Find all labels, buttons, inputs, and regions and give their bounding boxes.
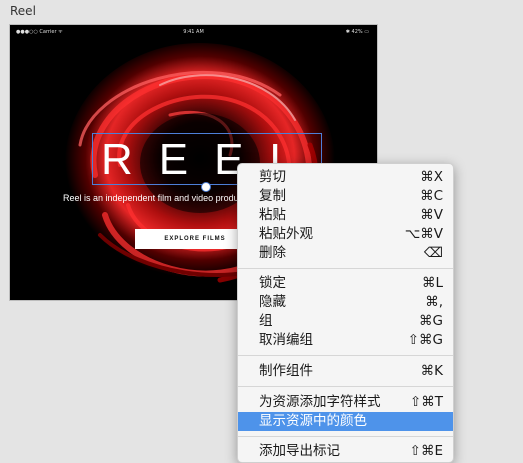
selection-handle[interactable] bbox=[201, 182, 211, 192]
menu-item-shortcut: ⌘, bbox=[425, 294, 443, 310]
menu-item-label: 添加导出标记 bbox=[259, 443, 340, 459]
menu-separator bbox=[238, 355, 453, 356]
menu-item-shortcut: ⌘G bbox=[419, 313, 443, 329]
menu-item-shortcut: ⌘L bbox=[421, 275, 443, 291]
menu-item-show-colors-in-assets[interactable]: 显示资源中的颜色 bbox=[238, 412, 453, 431]
menu-item-label: 剪切 bbox=[259, 169, 286, 185]
menu-item-lock[interactable]: 锁定 ⌘L bbox=[238, 274, 453, 293]
menu-item-label: 显示资源中的颜色 bbox=[259, 413, 367, 429]
menu-item-shortcut: ⇧⌘E bbox=[409, 443, 443, 459]
menu-item-group[interactable]: 组 ⌘G bbox=[238, 312, 453, 331]
menu-item-label: 制作组件 bbox=[259, 363, 313, 379]
hero-subtitle[interactable]: Reel is an independent film and video pr… bbox=[63, 193, 246, 203]
menu-item-label: 为资源添加字符样式 bbox=[259, 394, 381, 410]
menu-item-shortcut: ⌘C bbox=[420, 188, 443, 204]
menu-item-label: 取消编组 bbox=[259, 332, 313, 348]
menu-item-shortcut: ⇧⌘G bbox=[407, 332, 443, 348]
menu-item-paste-appearance[interactable]: 粘贴外观 ⌥⌘V bbox=[238, 225, 453, 244]
menu-item-label: 粘贴外观 bbox=[259, 226, 313, 242]
menu-item-paste[interactable]: 粘贴 ⌘V bbox=[238, 206, 453, 225]
menu-item-shortcut: ⌘K bbox=[420, 363, 443, 379]
menu-item-add-char-style[interactable]: 为资源添加字符样式 ⇧⌘T bbox=[238, 393, 453, 412]
menu-item-cut[interactable]: 剪切 ⌘X bbox=[238, 168, 453, 187]
menu-item-make-component[interactable]: 制作组件 ⌘K bbox=[238, 362, 453, 381]
menu-item-shortcut: ⇧⌘T bbox=[409, 394, 443, 410]
menu-item-ungroup[interactable]: 取消编组 ⇧⌘G bbox=[238, 331, 453, 350]
menu-item-shortcut: ⌘V bbox=[420, 207, 443, 223]
menu-item-hide[interactable]: 隐藏 ⌘, bbox=[238, 293, 453, 312]
menu-item-label: 隐藏 bbox=[259, 294, 286, 310]
menu-item-label: 锁定 bbox=[259, 275, 286, 291]
menu-item-label: 粘贴 bbox=[259, 207, 286, 223]
menu-item-shortcut: ⌘X bbox=[420, 169, 443, 185]
delete-key-icon: ⌫ bbox=[423, 245, 443, 261]
artboard-label[interactable]: Reel bbox=[10, 4, 36, 18]
status-battery: ✱ 42% ▭ bbox=[345, 29, 369, 35]
context-menu: 剪切 ⌘X 复制 ⌘C 粘贴 ⌘V 粘贴外观 ⌥⌘V 删除 ⌫ 锁定 ⌘L 隐藏… bbox=[237, 163, 454, 463]
menu-item-add-export-mark[interactable]: 添加导出标记 ⇧⌘E bbox=[238, 442, 453, 461]
status-bar: ●●●○○ Carrier ᯤ 9:41 AM ✱ 42% ▭ bbox=[10, 25, 377, 39]
menu-item-label: 删除 bbox=[259, 245, 286, 261]
menu-item-shortcut: ⌥⌘V bbox=[404, 226, 443, 242]
status-time: 9:41 AM bbox=[183, 29, 204, 35]
menu-separator bbox=[238, 268, 453, 269]
menu-separator bbox=[238, 386, 453, 387]
menu-item-label: 复制 bbox=[259, 188, 286, 204]
menu-item-label: 组 bbox=[259, 313, 273, 329]
menu-item-delete[interactable]: 删除 ⌫ bbox=[238, 244, 453, 263]
menu-item-copy[interactable]: 复制 ⌘C bbox=[238, 187, 453, 206]
menu-separator bbox=[238, 436, 453, 437]
